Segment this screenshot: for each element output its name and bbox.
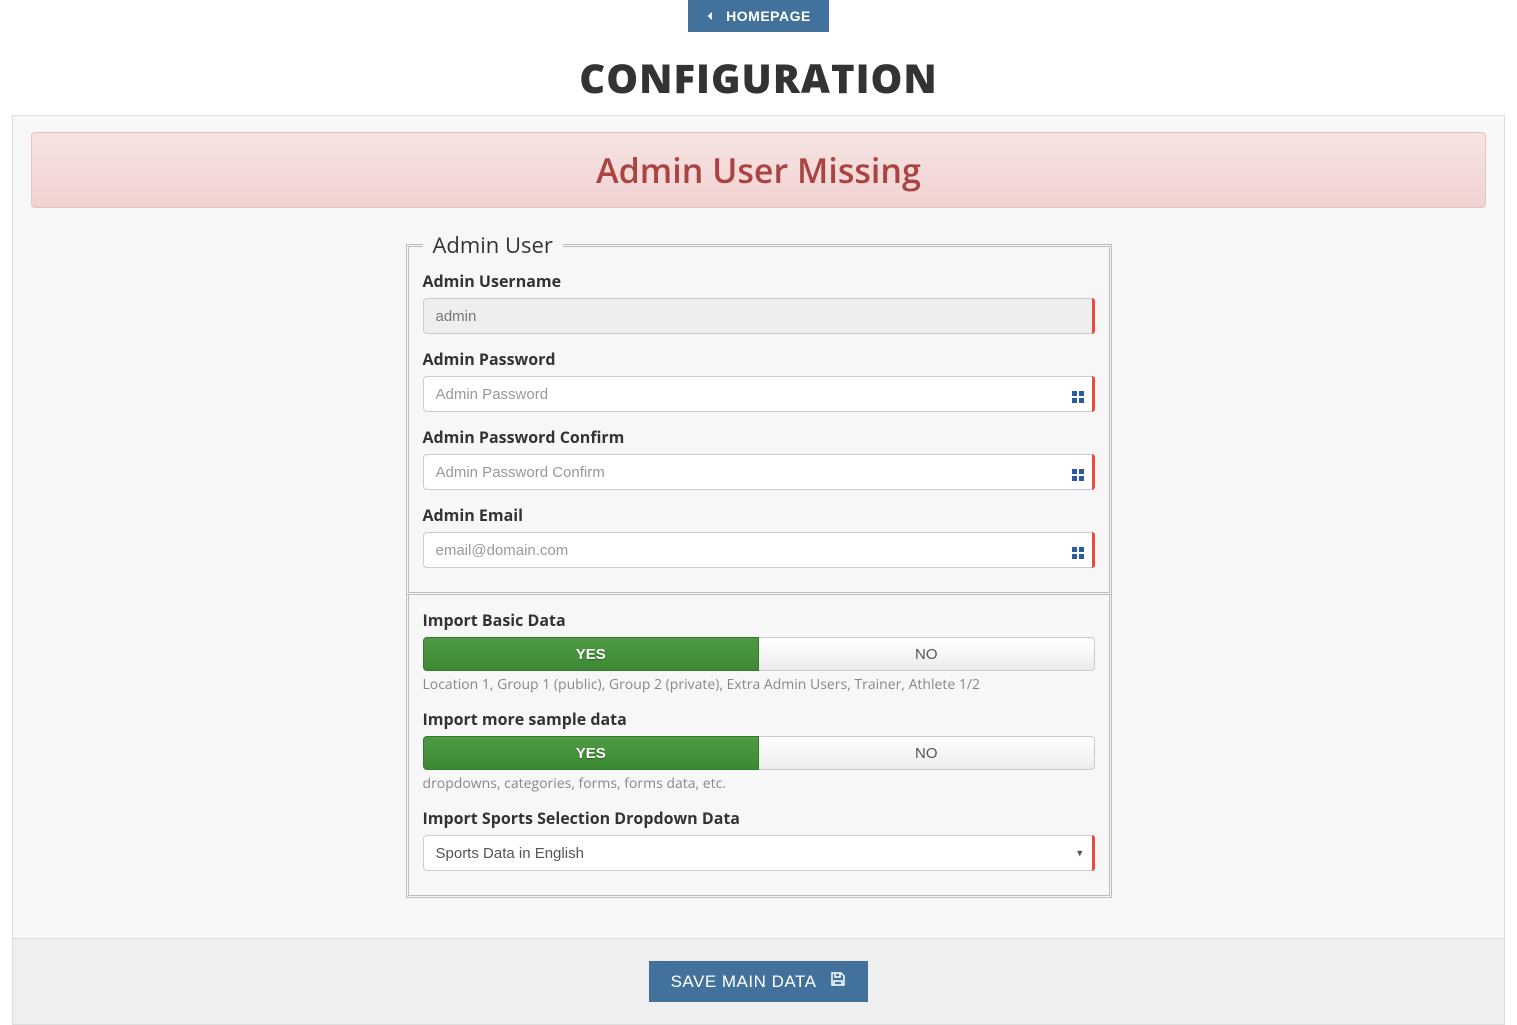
footer-bar: SAVE MAIN DATA [12,939,1505,1025]
admin-password-confirm-input[interactable] [423,454,1095,490]
save-button-label: SAVE MAIN DATA [671,972,817,992]
admin-username-label: Admin Username [423,270,1095,292]
password-manager-icon [1071,465,1085,479]
import-sample-help: dropdowns, categories, forms, forms data… [423,774,1095,793]
admin-user-legend: Admin User [423,230,563,260]
import-sample-yes[interactable]: YES [423,736,760,770]
admin-email-label: Admin Email [423,504,1095,526]
admin-password-confirm-label: Admin Password Confirm [423,426,1095,448]
import-basic-toggle: YES NO [423,637,1095,671]
arrow-left-icon [706,8,716,24]
alert-admin-missing: Admin User Missing [31,132,1486,208]
main-panel: Admin User Missing Admin User Admin User… [12,115,1505,939]
import-sample-toggle: YES NO [423,736,1095,770]
import-sports-label: Import Sports Selection Dropdown Data [423,807,1095,829]
password-manager-icon [1071,387,1085,401]
import-basic-help: Location 1, Group 1 (public), Group 2 (p… [423,675,1095,694]
homepage-button-label: HOMEPAGE [726,8,811,24]
import-sports-select[interactable]: Sports Data in English [423,835,1095,871]
save-main-data-button[interactable]: SAVE MAIN DATA [649,961,869,1002]
admin-user-fieldset: Admin User Admin Username Admin Password… [406,230,1112,595]
import-basic-yes[interactable]: YES [423,637,760,671]
save-icon [830,971,846,992]
page-title: CONFIGURATION [0,50,1517,105]
import-basic-no[interactable]: NO [759,637,1095,671]
import-sample-label: Import more sample data [423,708,1095,730]
import-section: Import Basic Data YES NO Location 1, Gro… [406,595,1112,898]
admin-username-input [423,298,1095,334]
import-basic-label: Import Basic Data [423,609,1095,631]
password-manager-icon [1071,543,1085,557]
homepage-button[interactable]: HOMEPAGE [688,0,829,32]
admin-password-label: Admin Password [423,348,1095,370]
import-sample-no[interactable]: NO [759,736,1095,770]
admin-password-input[interactable] [423,376,1095,412]
admin-email-input[interactable] [423,532,1095,568]
